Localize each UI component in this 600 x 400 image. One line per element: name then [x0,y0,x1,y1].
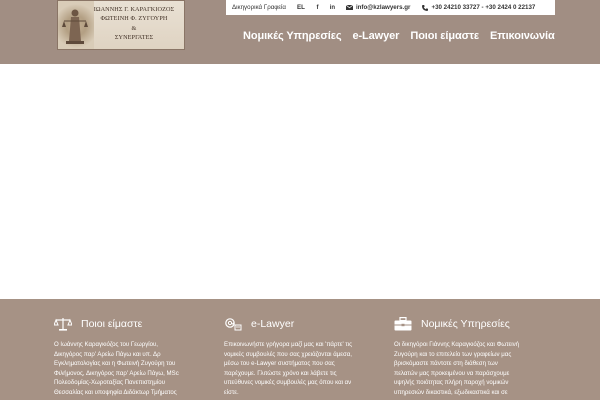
footer-column-title[interactable]: Ποιοι είμαστε [81,318,142,330]
nav-item-e-lawyer[interactable]: e-Lawyer [352,30,399,42]
email-link[interactable]: info@kzlawyers.gr [340,0,417,15]
text-line: νομικές συμβουλές που σας χρειάζονται άμ… [224,350,352,358]
text-line: μέσω του e-Lawyer συστήματος που σας [224,360,335,368]
text-line: υπηρεσιών δικαστικά, εξωδικαστικά και σε [394,388,508,396]
footer-column-header: Νομικές Υπηρεσίες [394,315,559,333]
nav-item-legal-services[interactable]: Νομικές Υπηρεσίες [243,30,342,42]
nav-item-about[interactable]: Ποιοι είμαστε [410,30,479,42]
scales-icon [54,316,72,332]
site-footer: Ποιοι είμαστε Ο Ιωάννης Καραγκιόζος του … [0,299,600,400]
text-line: είστε. [224,388,239,396]
text-line: Πολεοδομίας-Χωροταξίας Πανεπιστημίου [54,379,166,387]
site-logo[interactable]: ΙΩΑΝΝΗΣ Γ. ΚΑΡΑΓΚΙΟΖΟΣ ΦΩΤΕΙΝΗ Φ. ΖΥΓΟΥΡ… [57,0,185,50]
main-nav: Νομικές Υπηρεσίες e-Lawyer Ποιοι είμαστε… [243,30,566,42]
phone-icon [422,4,429,11]
logo-line: ΦΩΤΕΙΝΗ Φ. ΖΥΓΟΥΡΗ [100,15,168,23]
text-line: Δικηγόρος παρ' Αρείω Πάγω και υπ. Δρ [54,350,161,358]
text-line: Θεσσαλίας και υποψηφία Διδάκτωρ Τμήματος [54,388,177,396]
footer-column-text: Επικοινωνήστε γρήγορα μαζί μας και 'πάρτ… [224,340,389,398]
footer-column-text: Οι δικηγόροι Γιάννης Καραγκιόζος και Φωτ… [394,340,559,398]
footer-column-legal-services: Νομικές Υπηρεσίες Οι δικηγόροι Γιάννης Κ… [394,315,559,398]
text-line: παρέχουμε. Γλιτώστε χρόνο και λάβετε τις [224,369,337,377]
top-bar: Δικηγορικά Γραφεία EL f in info@kzlawyer… [226,0,555,15]
footer-column-title[interactable]: e-Lawyer [251,318,294,330]
main-content [0,64,600,299]
footer-column-about: Ποιοι είμαστε Ο Ιωάννης Καραγκιόζος του … [54,315,219,398]
text-line: Επικοινωνήστε γρήγορα μαζί μας και 'πάρτ… [224,341,353,348]
footer-column-title[interactable]: Νομικές Υπηρεσίες [421,318,510,330]
logo-line: & [131,24,137,32]
text-line: πελατών μας προκειμένου να παράσχουμε [394,369,510,377]
envelope-icon [345,5,353,10]
e-lawyer-icon [224,316,242,332]
text-line: Εγκληματολογίας και η Φωτεινή Ζυγούρη το… [54,360,176,368]
language-switch[interactable]: EL [292,0,310,15]
footer-column-header: e-Lawyer [224,315,389,333]
logo-text: ΙΩΑΝΝΗΣ Γ. ΚΑΡΑΓΚΙΟΖΟΣ ΦΩΤΕΙΝΗ Φ. ΖΥΓΟΥΡ… [84,5,184,43]
phone-text: +30 24210 33727 - +30 2424 0 22137 [431,4,536,11]
site-header: ΙΩΑΝΝΗΣ Γ. ΚΑΡΑΓΚΙΟΖΟΣ ΦΩΤΕΙΝΗ Φ. ΖΥΓΟΥΡ… [0,0,600,64]
text-line: υπεύθυνες νομικές συμβουλές μας όπου και… [224,379,352,387]
facebook-icon[interactable]: f [310,0,325,15]
offices-label: Δικηγορικά Γραφεία [232,4,287,11]
footer-column-e-lawyer: e-Lawyer Επικοινωνήστε γρήγορα μαζί μας … [224,315,389,398]
text-line: Οι δικηγόροι Γιάννης Καραγκιόζος και Φωτ… [394,341,520,348]
briefcase-icon [394,316,412,332]
text-line: υψηλής ποιότητας πλήρη παροχή νομικών [394,379,509,387]
logo-line: ΙΩΑΝΝΗΣ Γ. ΚΑΡΑΓΚΙΟΖΟΣ [93,6,175,13]
text-line: βρισκόμαστε πάντοτε στη διάθεση των [394,360,498,368]
text-line: Φιλήμονος, Δικηγόρος παρ' Αρείω Πάγω, MS… [54,369,179,377]
footer-column-header: Ποιοι είμαστε [54,315,219,333]
nav-item-contact[interactable]: Επικοινωνία [490,30,555,42]
linkedin-icon[interactable]: in [325,0,340,15]
text-line: Ζυγούρη και το επιτελείο των γραφείων μα… [394,350,512,358]
footer-column-text: Ο Ιωάννης Καραγκιόζος του Γεωργίου, Δικη… [54,340,219,398]
text-line: Ο Ιωάννης Καραγκιόζος του Γεωργίου, [54,341,159,348]
phone-link[interactable]: +30 24210 33727 - +30 2424 0 22137 [416,0,541,15]
email-text: info@kzlawyers.gr [355,4,411,11]
logo-line: ΣΥΝΕΡΓΑΤΕΣ [114,34,154,42]
